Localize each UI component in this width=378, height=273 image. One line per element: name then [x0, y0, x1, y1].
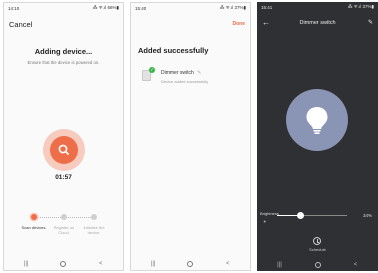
- edit-icon[interactable]: ✎: [368, 19, 373, 26]
- search-indicator: [43, 129, 85, 171]
- bulb-icon: [306, 107, 328, 134]
- search-icon: [50, 136, 78, 164]
- status-bar: 15:41 ⁂ ᯤ.ıl 37%▮: [257, 2, 378, 12]
- dimmer-switch-screen: 15:41 ⁂ ᯤ.ıl 37%▮ ← Dimmer switch ✎ Brig…: [257, 2, 378, 271]
- status-bar: 14:10 ⁂ ᯤ.ıl 66%▮: [4, 3, 123, 13]
- system-nav-bar: ||| <: [257, 258, 378, 271]
- added-successfully-screen: 15:40 ⁂ ᯤ.ıl 37%▮ Done Added successfull…: [130, 2, 251, 271]
- system-nav-bar: ||| <: [4, 257, 123, 270]
- device-status: Device added successfully: [161, 79, 209, 84]
- recent-apps-button[interactable]: |||: [143, 261, 163, 267]
- step-indicator-scan: [31, 214, 37, 220]
- step-indicator-initialize: [91, 214, 97, 220]
- schedule-button[interactable]: Schedule: [257, 247, 378, 252]
- recent-apps-button[interactable]: |||: [270, 262, 290, 268]
- device-name: Dimmer switch: [161, 70, 194, 76]
- clock-icon[interactable]: [313, 237, 321, 245]
- countdown-timer: 01:57: [55, 174, 72, 181]
- recent-apps-button[interactable]: |||: [16, 261, 36, 267]
- page-title: Added successfully: [138, 46, 209, 55]
- back-nav-button[interactable]: <: [346, 262, 366, 268]
- adding-device-screen: 14:10 ⁂ ᯤ.ıl 66%▮ Cancel Adding device..…: [3, 2, 124, 271]
- back-nav-button[interactable]: <: [218, 261, 238, 267]
- cancel-button[interactable]: Cancel: [9, 20, 32, 29]
- brightness-slider-track[interactable]: [277, 215, 347, 216]
- status-bar: 15:40 ⁂ ᯤ.ıl 37%▮: [131, 3, 250, 13]
- status-time: 14:10: [8, 5, 20, 11]
- home-button[interactable]: [187, 260, 194, 267]
- step-label-register: Register on Cloud.: [53, 225, 75, 235]
- status-time: 15:40: [135, 5, 147, 11]
- device-name-row: Dimmer switch ✎: [161, 70, 201, 76]
- status-indicators: ⁂ ᯤ.ıl 66%▮: [92, 5, 119, 10]
- brightness-value: 34%: [362, 213, 372, 218]
- check-icon: ✓: [149, 67, 155, 73]
- status-indicators: ⁂ ᯤ.ıl 37%▮: [219, 5, 246, 10]
- page-title: Adding device...: [34, 47, 93, 56]
- status-indicators: ⁂ ᯤ.ıl 37%▮: [347, 4, 374, 9]
- page-subtitle: Ensure that the device is powered on.: [27, 60, 100, 65]
- home-button[interactable]: [60, 260, 67, 267]
- sun-icon: ☀: [263, 219, 267, 224]
- home-button[interactable]: [314, 261, 321, 268]
- power-toggle-button[interactable]: [286, 89, 348, 151]
- done-button[interactable]: Done: [233, 21, 246, 27]
- system-nav-bar: ||| <: [131, 257, 250, 270]
- search-glyph: [58, 144, 69, 155]
- step-indicator-register: [61, 214, 67, 220]
- back-nav-button[interactable]: <: [91, 261, 111, 267]
- brightness-slider-handle[interactable]: [297, 212, 305, 219]
- step-label-scan: Scan devices.: [21, 225, 47, 230]
- status-time: 15:41: [261, 4, 273, 10]
- page-title: Dimmer switch: [299, 20, 336, 26]
- step-label-initialize: Initialize the device.: [83, 225, 105, 235]
- edit-name-icon[interactable]: ✎: [197, 70, 201, 76]
